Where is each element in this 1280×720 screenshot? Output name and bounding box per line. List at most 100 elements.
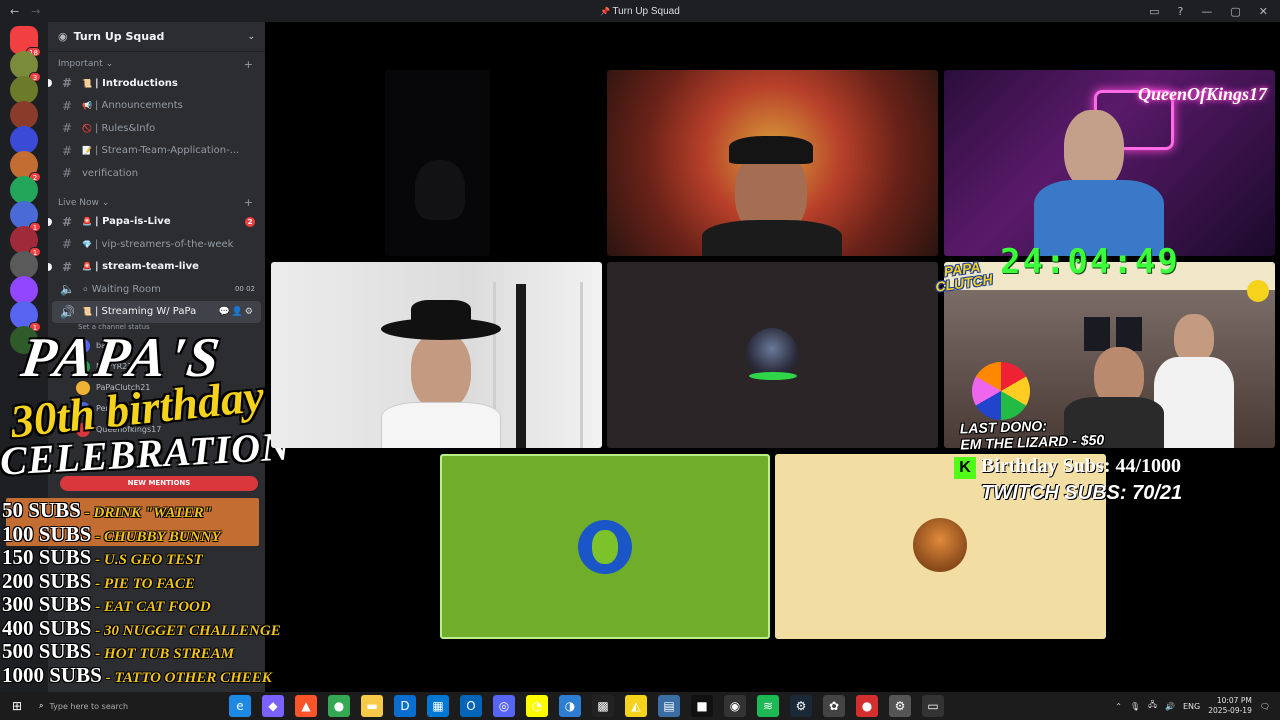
twitch-subs-counter: TWITCH SUBS: 70/21 — [981, 482, 1183, 504]
voice-channel-actions[interactable]: 💬👤⚙ — [219, 307, 255, 317]
server-icon[interactable] — [10, 176, 38, 204]
video-tile-queenofkings17[interactable]: QueenOfKings17 — [944, 70, 1275, 256]
settings-icon[interactable]: ⚙ — [889, 695, 911, 717]
channel-label: | Papa-is-Live — [94, 216, 171, 228]
chevron-up-icon[interactable]: ⌃ — [1115, 702, 1122, 711]
chatgpt-icon[interactable]: ✿ — [823, 695, 845, 717]
discord-icon[interactable]: ◎ — [493, 695, 515, 717]
channel-waiting-room[interactable]: 🔈 ⚪ Waiting Room 00 02 — [48, 278, 265, 301]
channel-emoji: 🚨 — [82, 217, 92, 227]
sub-goal-reward: - CHUBBY BUNNY — [95, 528, 221, 545]
cowboy-hat-crown — [411, 300, 471, 330]
steam-icon[interactable]: ⚙ — [790, 695, 812, 717]
category-important[interactable]: Important ⌄ + — [48, 56, 265, 72]
video-tile-avatar[interactable] — [607, 262, 938, 448]
window-controls: ▭ ? — ▢ ✕ — [1149, 0, 1280, 22]
server-header[interactable]: ◉ Turn Up Squad ⌄ — [48, 22, 265, 52]
taskbar-search[interactable]: ⌕ Type here to search — [39, 695, 219, 717]
server-icon[interactable] — [10, 76, 38, 104]
video-tile-cowboy[interactable] — [271, 262, 602, 448]
server-icon[interactable] — [10, 251, 38, 279]
unread-indicator — [48, 217, 52, 226]
live-channel-list: # 🚨 | Papa-is-Live 2 # 💎 | vip-streamers-of-th… — [48, 211, 265, 279]
edge-icon[interactable]: e — [229, 695, 251, 717]
sub-goal-count: 500 SUBS — [2, 639, 92, 663]
folder-icon[interactable]: ▬ — [361, 695, 383, 717]
minimize-button[interactable]: — — [1201, 5, 1212, 18]
channel-item[interactable]: # 📢 | Announcements — [48, 95, 265, 118]
monitor-icon[interactable]: ▭ — [922, 695, 944, 717]
chrome-icon[interactable]: ● — [328, 695, 350, 717]
video-tile-tapestry[interactable] — [607, 70, 938, 256]
participant-cap — [729, 136, 813, 164]
obs-icon[interactable]: ◉ — [724, 695, 746, 717]
add-channel-icon[interactable]: + — [244, 58, 253, 71]
unread-indicator — [48, 79, 52, 88]
server-icon[interactable]: 18 — [10, 26, 41, 57]
last-donation: LAST DONO: EM THE LIZARD - $50 — [959, 417, 1105, 453]
new-mentions-pill[interactable]: NEW MENTIONS — [60, 476, 258, 491]
inbox-icon[interactable]: ▭ — [1149, 5, 1159, 18]
app-window: ← → 📌 Turn Up Squad ▭ ? — ▢ ✕ 18 3 2 1 1 1 2 ◉… — [0, 0, 1280, 720]
sub-goal-count: 1000 SUBS — [2, 662, 102, 687]
kick-logo-icon: K — [954, 457, 976, 479]
server-icon[interactable]: 2 — [10, 151, 41, 182]
warning-icon[interactable]: ◭ — [625, 695, 647, 717]
channel-label: | Announcements — [94, 100, 183, 112]
network-icon[interactable]: 🖧 — [1148, 699, 1157, 713]
hash-icon: # — [61, 166, 73, 181]
channel-item[interactable]: # 🚨 | Papa-is-Live 2 — [48, 211, 265, 234]
windows-start-icon[interactable]: ⊞ — [6, 695, 28, 717]
store-icon[interactable]: ▦ — [427, 695, 449, 717]
server-icon[interactable]: 1 — [10, 301, 41, 332]
brave-icon[interactable]: ▲ — [295, 695, 317, 717]
language-indicator[interactable]: ENG — [1183, 702, 1200, 711]
channel-item[interactable]: # 📜 | Introductions — [48, 72, 265, 95]
channel-item[interactable]: # 🚫 | Rules&Info — [48, 117, 265, 140]
app-icon[interactable]: ◑ — [559, 695, 581, 717]
maximize-button[interactable]: ▢ — [1230, 5, 1240, 18]
video-tile-dark[interactable] — [385, 70, 490, 256]
record-icon[interactable]: ● — [856, 695, 878, 717]
help-icon[interactable]: ? — [1178, 5, 1184, 18]
server-icon[interactable] — [10, 276, 38, 304]
add-channel-icon[interactable]: + — [244, 196, 253, 209]
sub-goal-count: 100 SUBS — [2, 521, 92, 546]
user-limit-pill: 00 02 — [234, 285, 255, 294]
channel-item[interactable]: # 📝 | Stream-Team-Application-... — [48, 140, 265, 163]
capcut-icon[interactable]: ▩ — [592, 695, 614, 717]
callofduty-icon[interactable]: ■ — [691, 695, 713, 717]
channel-emoji: 📢 — [82, 101, 92, 111]
video-tile-grinch[interactable] — [440, 454, 770, 639]
unread-indicator — [48, 262, 52, 271]
microphone-icon[interactable]: 🎙 — [1130, 702, 1140, 711]
prize-wheel — [972, 362, 1030, 420]
outlook-icon[interactable]: O — [460, 695, 482, 717]
close-button[interactable]: ✕ — [1259, 5, 1268, 18]
server-name: Turn Up Squad — [73, 30, 165, 43]
server-icon[interactable]: 1 — [10, 201, 41, 232]
circle-icon: ⚪ — [82, 284, 89, 294]
server-icon[interactable] — [10, 101, 38, 129]
streamer-name: QueenOfKings17 — [1137, 84, 1267, 104]
snapchat-icon[interactable]: ◔ — [526, 695, 548, 717]
dell-icon[interactable]: D — [394, 695, 416, 717]
channel-label: | Introductions — [94, 77, 178, 89]
spotify-icon[interactable]: ≋ — [757, 695, 779, 717]
category-live-now[interactable]: Live Now ⌄ + — [48, 195, 265, 211]
notifications-icon[interactable]: 🗨 — [1260, 702, 1270, 711]
server-icon[interactable]: 1 — [10, 226, 41, 257]
channel-streaming-voice[interactable]: 🔊 📜 | Streaming W/ PaPa 💬👤⚙ — [52, 300, 261, 323]
photos-icon[interactable]: ▤ — [658, 695, 680, 717]
sub-goal: 50 SUBS - DRINK "WATER" — [2, 498, 285, 522]
clock[interactable]: 10:07 PM 2025-09-19 — [1208, 696, 1252, 716]
speaking-ring — [749, 372, 797, 380]
channel-item[interactable]: # 💎 | vip-streamers-of-the-week — [48, 233, 265, 256]
channel-item[interactable]: # 🚨 | stream-team-live — [48, 256, 265, 279]
copilot-icon[interactable]: ◆ — [262, 695, 284, 717]
server-icon[interactable] — [10, 126, 38, 154]
sub-goal-count: 400 SUBS — [2, 615, 92, 640]
volume-icon[interactable]: 🔊 — [1165, 702, 1175, 711]
server-icon[interactable]: 3 — [10, 51, 41, 82]
channel-item[interactable]: # verification — [48, 162, 265, 185]
